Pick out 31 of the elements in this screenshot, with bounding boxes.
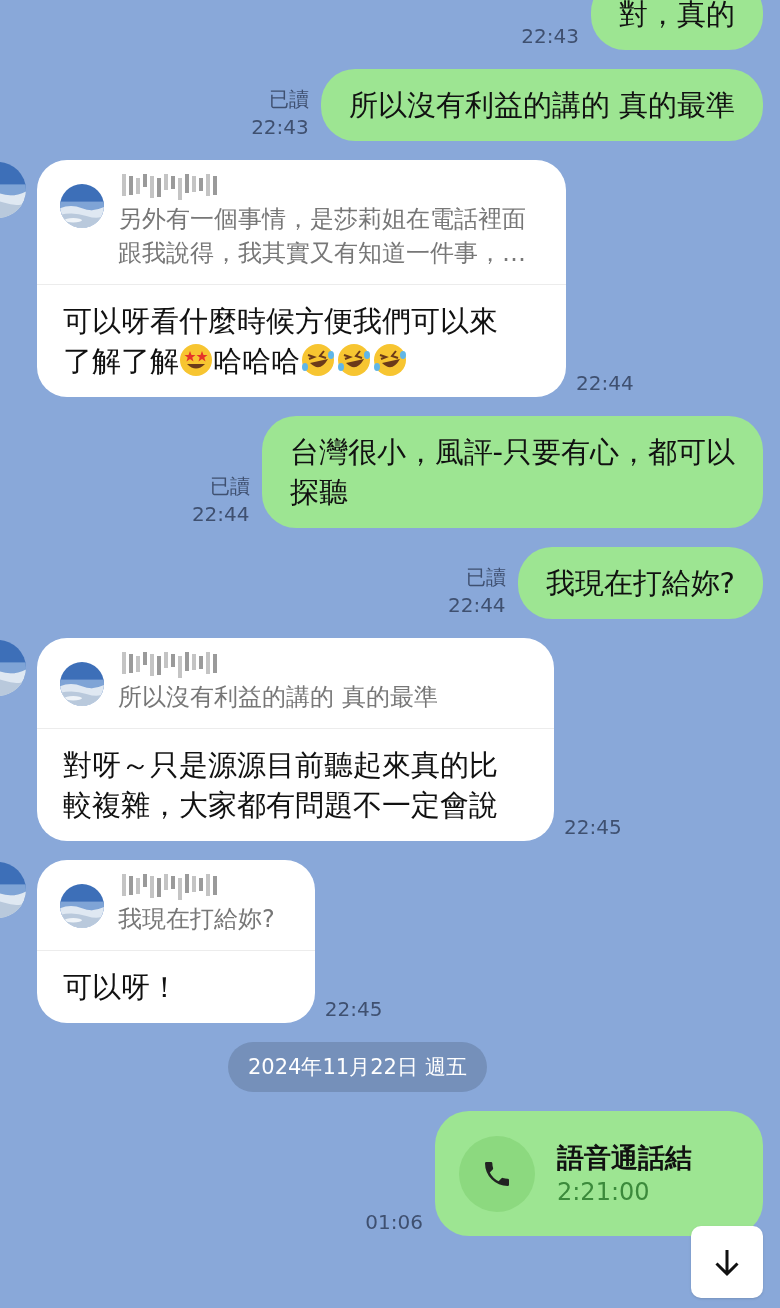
read-receipt: 已讀 <box>209 473 250 500</box>
message-text: 對呀～只是源源目前聽起來真的比 較複雜，大家都有問題不一定會說 <box>63 747 498 824</box>
message-time: 01:06 <box>365 1209 423 1236</box>
message-text: 對，真的 <box>619 0 735 33</box>
message-text: 了解了解 <box>63 344 179 378</box>
scroll-down-button[interactable] <box>691 1226 763 1298</box>
laughing-emoji-icon <box>336 343 372 377</box>
message-text: 台灣很小，風評-只要有心，都可以 探聽 <box>289 434 735 511</box>
message-time: 22:44 <box>576 370 634 397</box>
quoted-text: 所以沒有利益的講的 真的最準 <box>118 682 438 713</box>
message-time: 22:45 <box>324 996 383 1023</box>
date-separator: 2024年11月22日 週五 <box>228 1042 487 1092</box>
message-text: 可以呀！ <box>63 969 180 1006</box>
message-text: 哈哈哈 <box>213 344 300 378</box>
message-time: 22:44 <box>191 501 250 528</box>
read-receipt: 已讀 <box>268 86 309 113</box>
laughing-emoji-icon <box>372 343 408 377</box>
quoted-text: 我現在打給妳? <box>118 904 275 935</box>
message-time: 22:44 <box>447 592 506 619</box>
message-text: 所以沒有利益的講的 真的最準 <box>348 87 735 124</box>
quoted-text: 另外有一個事情，是莎莉姐在電話裡面 跟我說得，我其實又有知道一件事，… <box>118 204 526 269</box>
call-duration: 2:21:00 <box>557 1176 651 1208</box>
read-receipt: 已讀 <box>465 564 506 591</box>
message-text: 可以呀看什麼時候方便我們可以來 <box>63 304 498 338</box>
call-title: 語音通話結 <box>557 1140 692 1175</box>
star-eyes-emoji-icon <box>179 343 213 377</box>
message-time: 22:43 <box>521 23 579 50</box>
message-time: 22:45 <box>564 814 622 841</box>
message-time: 22:43 <box>251 114 309 141</box>
laughing-emoji-icon <box>300 343 336 377</box>
message-text: 我現在打給妳? <box>545 565 735 602</box>
